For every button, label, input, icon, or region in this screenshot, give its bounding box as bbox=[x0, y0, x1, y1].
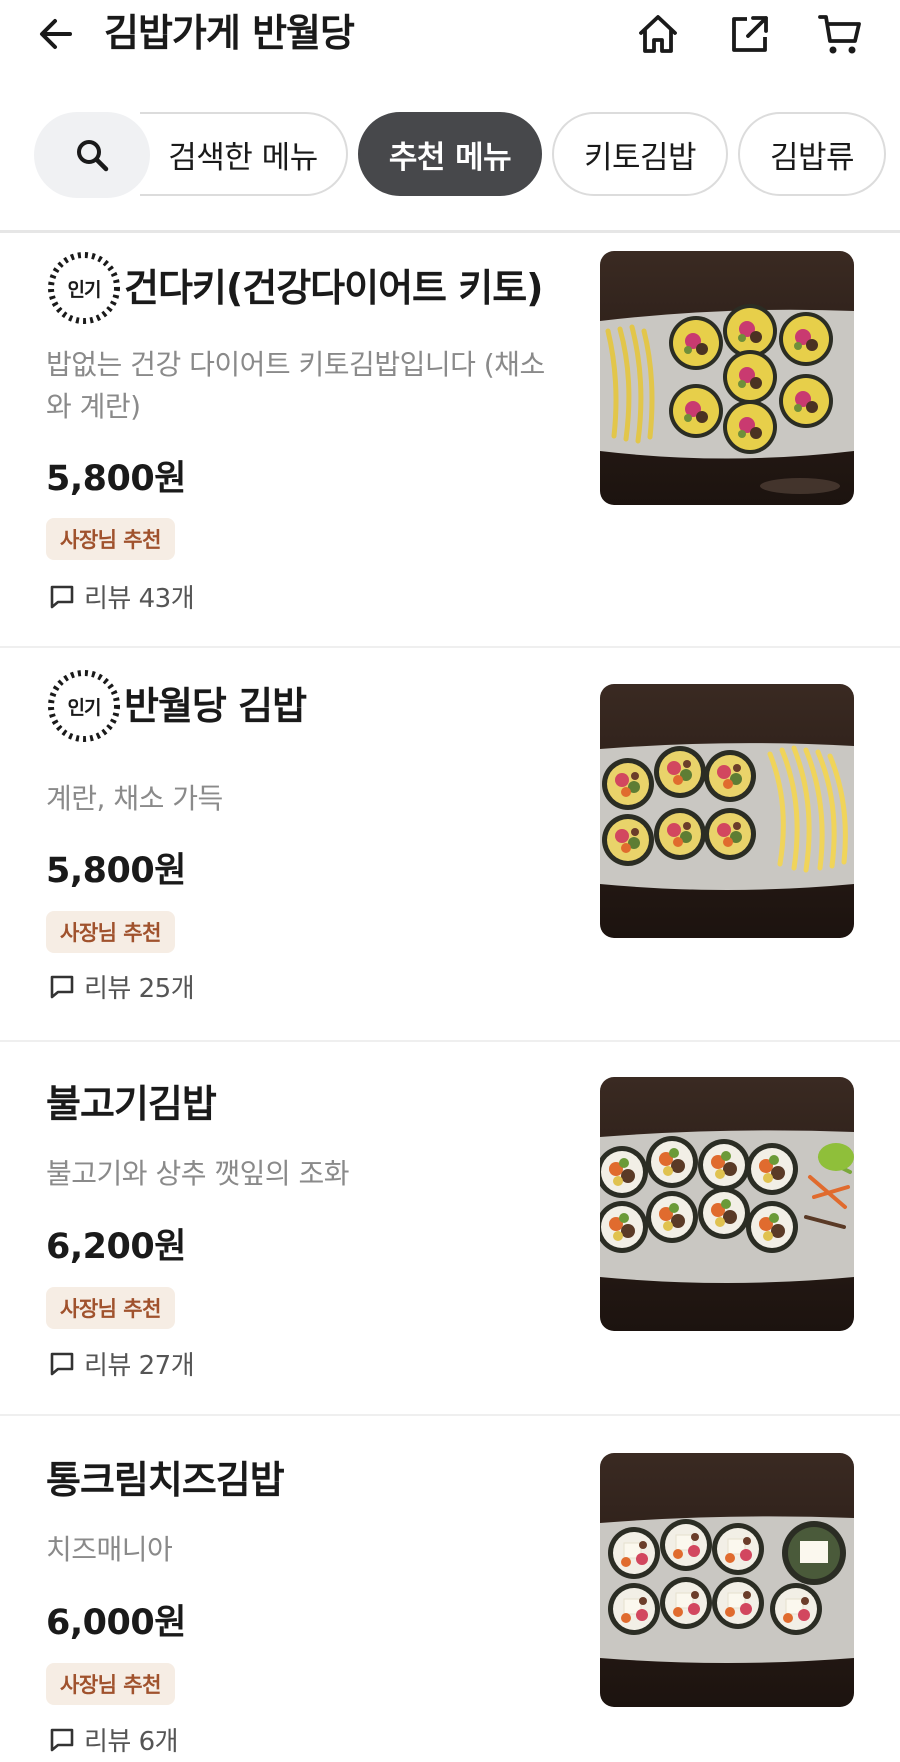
tab-keto-kimbap[interactable]: 키토김밥 bbox=[552, 112, 728, 196]
owner-recommend-badge: 사장님 추천 bbox=[46, 1663, 175, 1705]
cart-icon bbox=[818, 15, 861, 54]
menu-item[interactable]: 인기 건다키(건강다이어트 키토) 밥없는 건강 다이어트 키토김밥입니다 (채… bbox=[0, 233, 900, 648]
menu-item[interactable]: 불고기김밥 불고기와 상추 깻잎의 조화 6,200원 사장님 추천 리뷰 27… bbox=[0, 1040, 900, 1416]
menu-item-photo[interactable] bbox=[600, 684, 854, 938]
menu-item-title-row: 통크림치즈김밥 bbox=[46, 1456, 285, 1504]
menu-item-price: 5,800원 bbox=[46, 459, 186, 499]
popular-badge: 인기 bbox=[46, 250, 122, 326]
menu-item-photo[interactable] bbox=[600, 1453, 854, 1707]
menu-item-description: 불고기와 상추 깻잎의 조화 bbox=[46, 1157, 350, 1190]
home-button[interactable] bbox=[634, 10, 682, 58]
review-count: 리뷰 27개 bbox=[48, 1345, 195, 1382]
menu-item-name: 통크림치즈김밥 bbox=[46, 1458, 285, 1502]
menu-item-name: 반월당 김밥 bbox=[124, 684, 307, 728]
menu-item[interactable]: 인기 반월당 김밥 계란, 채소 가득 5,800원 사장님 추천 리뷰 25개 bbox=[0, 648, 900, 1042]
menu-item-description: 밥없는 건강 다이어트 키토김밥입니다 (채소와 계란) bbox=[46, 348, 545, 423]
menu-item-price: 6,000원 bbox=[46, 1603, 186, 1643]
store-title: 김밥가게 반월당 bbox=[104, 11, 355, 55]
tab-recommended-menu[interactable]: 추천 메뉴 bbox=[358, 112, 542, 196]
menu-item-description: 치즈매니아 bbox=[46, 1533, 173, 1566]
menu-item-photo[interactable] bbox=[600, 1077, 854, 1331]
menu-item-price: 6,200원 bbox=[46, 1227, 186, 1267]
menu-item-name: 불고기김밥 bbox=[46, 1082, 217, 1126]
comment-icon bbox=[50, 1728, 74, 1751]
menu-item-title-row: 인기 반월당 김밥 bbox=[46, 668, 307, 744]
comment-icon bbox=[50, 1352, 74, 1375]
cart-button[interactable] bbox=[816, 10, 864, 58]
owner-recommend-badge: 사장님 추천 bbox=[46, 518, 175, 560]
menu-search-button[interactable] bbox=[34, 112, 150, 198]
category-tabs: 검색한 메뉴 추천 메뉴 키토김밥 김밥류 bbox=[0, 112, 900, 198]
share-button[interactable] bbox=[726, 10, 774, 58]
menu-item-description: 계란, 채소 가득 bbox=[46, 782, 223, 815]
review-count: 리뷰 25개 bbox=[48, 968, 195, 1005]
tab-searched-menu[interactable]: 검색한 메뉴 bbox=[140, 112, 348, 196]
home-icon bbox=[639, 15, 677, 53]
menu-item-photo[interactable] bbox=[600, 251, 854, 505]
owner-recommend-badge: 사장님 추천 bbox=[46, 911, 175, 953]
menu-item-price: 5,800원 bbox=[46, 851, 186, 891]
menu-item[interactable]: 통크림치즈김밥 치즈매니아 6,000원 사장님 추천 리뷰 6개 bbox=[0, 1416, 900, 1762]
menu-item-title-row: 인기 건다키(건강다이어트 키토) bbox=[46, 250, 544, 326]
share-icon bbox=[732, 16, 768, 52]
tab-kimbap[interactable]: 김밥류 bbox=[738, 112, 886, 196]
review-count: 리뷰 6개 bbox=[48, 1721, 179, 1758]
comment-icon bbox=[50, 585, 74, 608]
owner-recommend-badge: 사장님 추천 bbox=[46, 1287, 175, 1329]
menu-item-title-row: 불고기김밥 bbox=[46, 1080, 217, 1128]
menu-item-name: 건다키(건강다이어트 키토) bbox=[124, 266, 544, 310]
comment-icon bbox=[50, 975, 74, 998]
search-icon bbox=[77, 140, 109, 172]
popular-badge: 인기 bbox=[46, 668, 122, 744]
back-button[interactable] bbox=[34, 12, 78, 56]
arrow-left-icon bbox=[40, 19, 72, 49]
top-app-bar: 김밥가게 반월당 bbox=[0, 0, 900, 70]
review-count: 리뷰 43개 bbox=[48, 578, 195, 615]
